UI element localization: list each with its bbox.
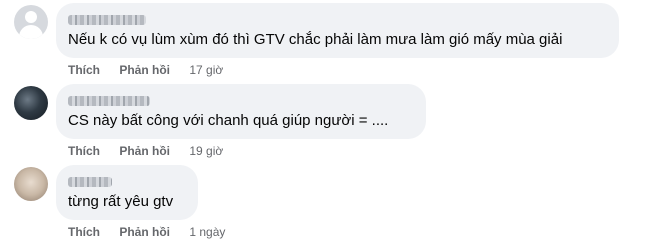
author-name-redacted[interactable]: [68, 11, 146, 25]
author-name-redacted[interactable]: [68, 173, 112, 187]
comment-actions: Thích Phản hồi 1 ngày: [68, 224, 225, 240]
avatar[interactable]: [14, 167, 48, 201]
timestamp[interactable]: 17 giờ: [189, 63, 223, 77]
comment-text: Nếu k có vụ lùm xùm đó thì GTV chắc phải…: [68, 31, 563, 48]
comment-actions: Thích Phản hồi 19 giờ: [68, 143, 223, 159]
reply-button[interactable]: Phản hồi: [119, 144, 170, 158]
reply-button[interactable]: Phản hồi: [119, 225, 170, 239]
timestamp[interactable]: 1 ngày: [189, 225, 225, 239]
comment-bubble: Nếu k có vụ lùm xùm đó thì GTV chắc phải…: [56, 3, 619, 58]
comment-actions: Thích Phản hồi 17 giờ: [68, 62, 223, 78]
author-name-redacted[interactable]: [68, 92, 150, 106]
default-avatar-icon: [25, 11, 37, 23]
reply-button[interactable]: Phản hồi: [119, 63, 170, 77]
comment-bubble: CS này bất công với chanh quá giúp người…: [56, 84, 426, 139]
avatar[interactable]: [14, 5, 48, 39]
comment-text: từng rất yêu gtv: [68, 193, 174, 210]
comment-text: CS này bất công với chanh quá giúp người…: [68, 112, 389, 129]
like-button[interactable]: Thích: [68, 144, 100, 158]
comment-bubble: từng rất yêu gtv: [56, 165, 198, 220]
like-button[interactable]: Thích: [68, 225, 100, 239]
like-button[interactable]: Thích: [68, 63, 100, 77]
timestamp[interactable]: 19 giờ: [189, 144, 223, 158]
avatar[interactable]: [14, 86, 48, 120]
